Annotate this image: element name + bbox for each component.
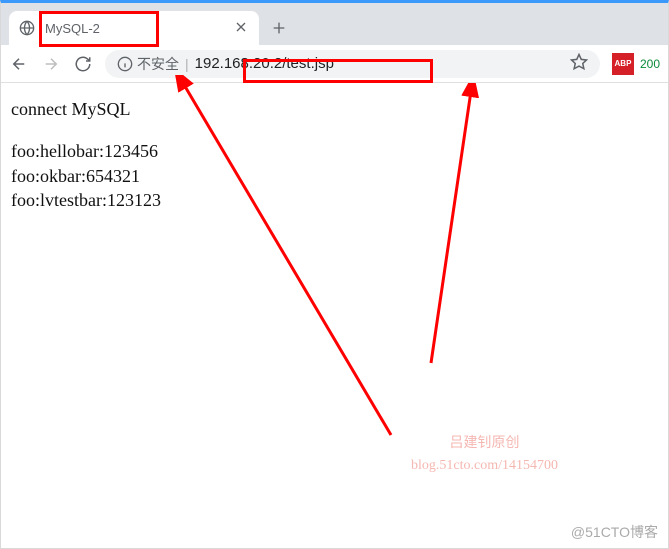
browser-toolbar: 不安全 | 192.168.20.2/test.jsp ABP 200 <box>1 45 668 83</box>
abp-extension-icon[interactable]: ABP <box>612 53 634 75</box>
browser-tab[interactable]: MySQL-2 <box>9 11 259 45</box>
tab-title: MySQL-2 <box>45 21 223 36</box>
new-tab-button[interactable] <box>265 14 293 42</box>
separator: | <box>185 56 189 72</box>
watermark-footer: @51CTO博客 <box>571 522 658 542</box>
forward-button[interactable] <box>41 54 61 74</box>
data-row: foo:hellobar:123456 <box>11 139 658 163</box>
security-text: 不安全 <box>137 54 179 74</box>
page-content: connect MySQL foo:hellobar:123456 foo:ok… <box>1 83 668 226</box>
extension-icons: ABP 200 <box>612 53 660 75</box>
page-heading: connect MySQL <box>11 97 658 121</box>
close-icon[interactable] <box>233 19 249 38</box>
globe-icon <box>19 20 35 36</box>
address-bar[interactable]: 不安全 | 192.168.20.2/test.jsp <box>105 50 600 78</box>
security-indicator[interactable]: 不安全 <box>117 54 179 74</box>
bookmark-star-icon[interactable] <box>570 53 588 74</box>
data-rows: foo:hellobar:123456 foo:okbar:654321 foo… <box>11 139 658 212</box>
url-text: 192.168.20.2/test.jsp <box>195 55 334 72</box>
watermark-line1: 吕建钊原创 <box>411 433 558 455</box>
info-icon <box>117 56 133 72</box>
abp-count: 200 <box>640 57 660 71</box>
reload-button[interactable] <box>73 54 93 74</box>
tab-strip: MySQL-2 <box>1 3 668 45</box>
watermark-author: 吕建钊原创 blog.51cto.com/14154700 <box>411 433 558 478</box>
back-button[interactable] <box>9 54 29 74</box>
watermark-line2: blog.51cto.com/14154700 <box>411 455 558 477</box>
data-row: foo:lvtestbar:123123 <box>11 188 658 212</box>
data-row: foo:okbar:654321 <box>11 164 658 188</box>
